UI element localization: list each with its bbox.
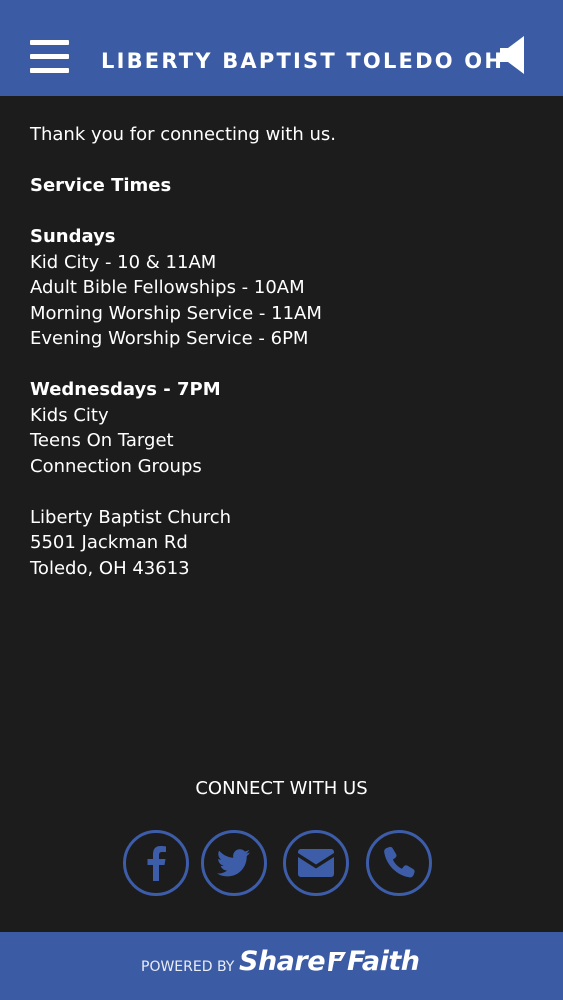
facebook-icon (147, 846, 166, 881)
city-state-zip: Toledo, OH 43613 (30, 557, 190, 579)
twitter-button[interactable] (201, 830, 267, 896)
app-header: LIBERTY BAPTIST TOLEDO OH (0, 0, 563, 96)
service-times-heading: Service Times (30, 175, 172, 196)
street-address: 5501 Jackman Rd (30, 532, 188, 553)
app-footer: POWERED BY Share Faith (0, 932, 563, 1000)
sunday-item: Kid City - 10 & 11AM (30, 251, 217, 273)
speaker-icon (500, 36, 524, 74)
twitter-icon (216, 849, 250, 877)
sound-toggle-button[interactable] (499, 35, 527, 75)
menu-button[interactable] (30, 40, 70, 74)
intro-text: Thank you for connecting with us. (30, 124, 336, 145)
page-title: LIBERTY BAPTIST TOLEDO OH (101, 49, 505, 73)
service-info: Thank you for connecting with us. Servic… (30, 122, 530, 581)
email-button[interactable] (283, 830, 349, 896)
church-name: Liberty Baptist Church (30, 506, 232, 528)
brand-left-text: Share (239, 946, 326, 977)
brand-right-text: Faith (347, 946, 420, 977)
menu-bar (30, 40, 69, 45)
email-icon (298, 849, 334, 877)
connect-heading: CONNECT WITH US (195, 778, 368, 799)
phone-button[interactable] (366, 830, 432, 896)
wednesday-item: Connection Groups (30, 455, 202, 477)
sunday-item: Morning Worship Service - 11AM (30, 302, 322, 324)
sharefaith-flag-icon (328, 952, 347, 971)
menu-bar (30, 54, 69, 59)
sharefaith-logo-link[interactable]: Share Faith (239, 945, 420, 979)
sunday-item: Adult Bible Fellowships - 10AM (30, 277, 305, 298)
wednesday-item: Teens On Target (30, 430, 174, 451)
sunday-item: Evening Worship Service - 6PM (30, 328, 309, 349)
wednesday-item: Kids City (30, 404, 109, 426)
facebook-button[interactable] (123, 830, 189, 896)
phone-icon (384, 846, 415, 878)
menu-bar (30, 68, 69, 73)
powered-by-label: POWERED BY (141, 959, 235, 975)
sundays-heading: Sundays (30, 226, 116, 247)
wednesdays-heading: Wednesdays - 7PM (30, 379, 221, 400)
